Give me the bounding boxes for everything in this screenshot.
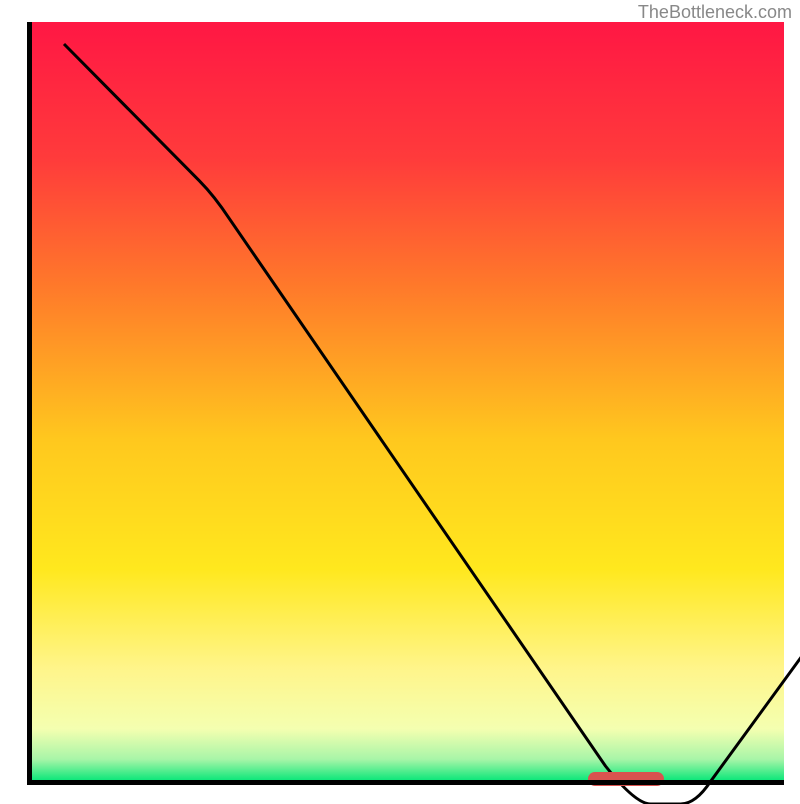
x-axis	[27, 780, 784, 785]
plot-area	[32, 22, 784, 782]
watermark-text: TheBottleneck.com	[638, 2, 792, 23]
y-axis	[27, 22, 32, 785]
chart-container	[0, 0, 800, 800]
bottleneck-curve	[64, 44, 800, 804]
